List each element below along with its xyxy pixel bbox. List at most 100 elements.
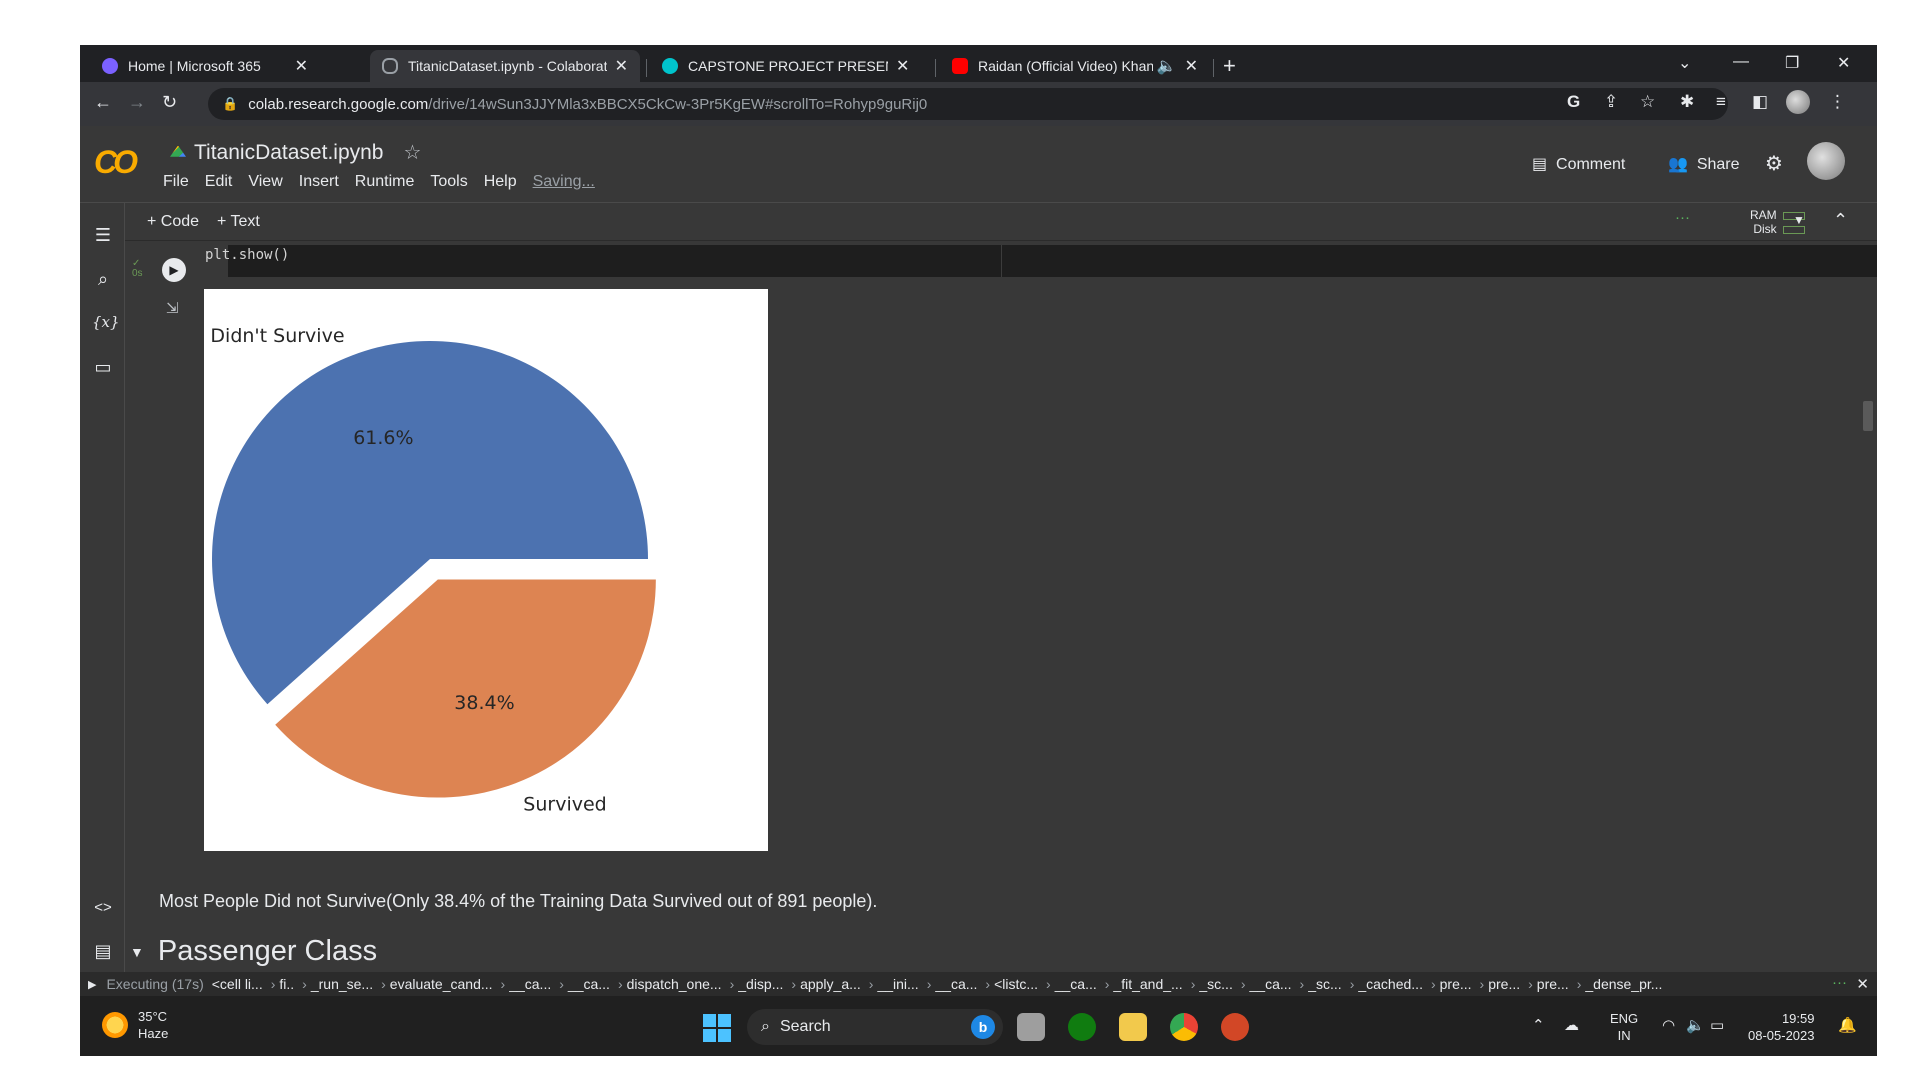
call-stack-frame[interactable]: › _sc... <box>1191 976 1233 992</box>
call-stack-frame[interactable]: › <listc... <box>985 976 1038 992</box>
input-language[interactable]: ENG IN <box>1610 1010 1638 1044</box>
output-actions-icon[interactable]: ⇲ <box>166 299 179 317</box>
search-icon[interactable]: ⌕ <box>92 269 114 290</box>
expand-status-icon[interactable]: ▶ <box>88 978 96 991</box>
window-close-icon[interactable]: ✕ <box>1837 53 1850 73</box>
onedrive-icon[interactable]: ☁ <box>1564 1016 1579 1034</box>
call-stack-frame[interactable]: › fi.. <box>271 976 294 992</box>
restore-icon[interactable]: ❐ <box>1785 53 1799 73</box>
call-stack-frame[interactable]: › apply_a... <box>791 976 860 992</box>
task-view-icon[interactable] <box>1017 1013 1045 1041</box>
volume-icon[interactable]: 🔈 <box>1686 1016 1705 1034</box>
code-snippets-icon[interactable]: <> <box>92 899 114 916</box>
status-more-icon[interactable]: ··· <box>1832 974 1847 991</box>
notebook-title[interactable]: TitanicDataset.ipynb <box>194 141 383 165</box>
share-page-icon[interactable]: ⇪ <box>1604 92 1618 112</box>
tab-capstone[interactable]: CAPSTONE PROJECT PRESENTATI ✕ <box>650 50 930 82</box>
call-stack-frame[interactable]: › __ca... <box>559 976 610 992</box>
address-bar[interactable]: 🔒 colab.research.google.com/drive/14wSun… <box>208 88 1728 120</box>
variables-icon[interactable]: {x} <box>92 313 120 331</box>
profile-avatar[interactable] <box>1786 90 1810 114</box>
forward-arrow-icon[interactable]: → <box>128 92 146 113</box>
windows-start-icon[interactable] <box>703 1014 731 1042</box>
tab-search-chevron-icon[interactable]: ⌄ <box>1678 53 1691 73</box>
back-arrow-icon[interactable]: ← <box>94 92 112 113</box>
menu-edit[interactable]: Edit <box>205 173 233 191</box>
call-stack-frame[interactable]: › __ca... <box>1046 976 1097 992</box>
code-line[interactable]: plt.show() <box>205 247 289 263</box>
close-icon[interactable]: ✕ <box>295 56 308 76</box>
call-stack-frame[interactable]: › __ini... <box>869 976 919 992</box>
menu-help[interactable]: Help <box>484 173 517 191</box>
call-stack-frame[interactable]: › dispatch_one... <box>618 976 722 992</box>
google-icon[interactable]: G <box>1567 92 1580 112</box>
weather-widget[interactable]: 35°C Haze <box>102 1008 168 1042</box>
reload-icon[interactable]: ↻ <box>162 92 177 113</box>
side-panel-icon[interactable]: ◧ <box>1752 92 1768 112</box>
gear-icon[interactable]: ⚙ <box>1765 151 1783 176</box>
call-stack-frame[interactable]: › _run_se... <box>302 976 373 992</box>
xbox-icon[interactable] <box>1068 1013 1096 1041</box>
speaker-icon[interactable]: 🔈 <box>1157 56 1177 76</box>
call-stack-frame[interactable]: › _sc... <box>1300 976 1342 992</box>
close-icon[interactable]: ✕ <box>1185 56 1198 76</box>
call-stack-frame[interactable]: <cell li... <box>212 976 263 992</box>
comment-button[interactable]: ▤ Comment <box>1532 154 1625 174</box>
media-queue-icon[interactable]: ≡ <box>1716 92 1726 112</box>
battery-icon[interactable]: ▭ <box>1710 1016 1724 1034</box>
show-hidden-icons-chevron[interactable]: ⌃ <box>1532 1016 1545 1034</box>
call-stack-frame[interactable]: › pre... <box>1431 976 1472 992</box>
menu-tools[interactable]: Tools <box>430 173 467 191</box>
close-icon[interactable]: ✕ <box>615 56 628 76</box>
collapse-caret-icon[interactable]: ▼ <box>130 944 144 960</box>
file-explorer-icon[interactable] <box>1119 1013 1147 1041</box>
minimize-icon[interactable]: — <box>1733 53 1749 71</box>
runtime-dropdown-icon[interactable]: ▼ <box>1793 213 1805 227</box>
add-text-cell-button[interactable]: + Text <box>217 213 260 231</box>
call-stack-frame[interactable]: › __ca... <box>927 976 978 992</box>
share-button[interactable]: 👥 Share <box>1668 154 1740 174</box>
bing-icon[interactable]: b <box>971 1015 995 1039</box>
call-stack-frame[interactable]: › _cached... <box>1350 976 1423 992</box>
powerpoint-icon[interactable] <box>1221 1013 1249 1041</box>
new-tab-button[interactable]: + <box>1223 53 1236 79</box>
section-heading[interactable]: ▼ Passenger Class <box>130 935 377 968</box>
command-palette-icon[interactable]: ▤ <box>92 941 114 962</box>
close-icon[interactable]: ✕ <box>896 56 909 76</box>
run-cell-button[interactable]: ▶ <box>162 258 186 282</box>
code-editor[interactable] <box>228 245 1877 277</box>
collapse-toolbar-icon[interactable]: ⌃ <box>1833 210 1848 231</box>
tab-colab[interactable]: TitanicDataset.ipynb - Colaborato ✕ <box>370 50 640 82</box>
call-stack-frame[interactable]: › evaluate_cand... <box>381 976 492 992</box>
status-close-icon[interactable]: ✕ <box>1856 975 1869 993</box>
system-clock[interactable]: 19:59 08-05-2023 <box>1748 1010 1815 1044</box>
chrome-icon[interactable] <box>1170 1013 1198 1041</box>
menu-insert[interactable]: Insert <box>299 173 339 191</box>
folder-icon[interactable]: ▭ <box>92 357 114 378</box>
saving-status[interactable]: Saving... <box>533 173 595 191</box>
call-stack-frame[interactable]: › __ca... <box>501 976 552 992</box>
taskbar-search[interactable]: ⌕ Search b <box>747 1009 1003 1045</box>
bookmark-star-icon[interactable]: ☆ <box>1640 92 1655 112</box>
colab-logo[interactable]: CO <box>94 144 138 181</box>
user-avatar[interactable] <box>1807 142 1845 180</box>
call-stack-frame[interactable]: › _dense_pr... <box>1577 976 1663 992</box>
table-of-contents-icon[interactable]: ☰ <box>92 225 114 246</box>
call-stack-frame[interactable]: › pre... <box>1480 976 1521 992</box>
menu-runtime[interactable]: Runtime <box>355 173 415 191</box>
tab-microsoft-365[interactable]: Home | Microsoft 365 ✕ <box>90 50 320 82</box>
notifications-icon[interactable]: 🔔 <box>1838 1016 1857 1034</box>
menu-view[interactable]: View <box>248 173 282 191</box>
menu-file[interactable]: File <box>163 173 189 191</box>
tab-youtube[interactable]: Raidan (Official Video) Khan 🔈 ✕ <box>940 50 1210 82</box>
add-code-cell-button[interactable]: + Code <box>147 213 199 231</box>
more-vert-icon[interactable]: ⋮ <box>1829 92 1846 112</box>
call-stack-frame[interactable]: › __ca... <box>1241 976 1292 992</box>
call-stack-frame[interactable]: › _disp... <box>730 976 784 992</box>
scrollbar-thumb[interactable] <box>1863 401 1873 431</box>
call-stack-frame[interactable]: › _fit_and_... <box>1105 976 1183 992</box>
call-stack-frame[interactable]: › pre... <box>1528 976 1569 992</box>
extensions-icon[interactable]: ✱ <box>1680 92 1694 112</box>
wifi-icon[interactable]: ◠ <box>1662 1016 1675 1034</box>
star-icon[interactable]: ☆ <box>403 140 421 165</box>
